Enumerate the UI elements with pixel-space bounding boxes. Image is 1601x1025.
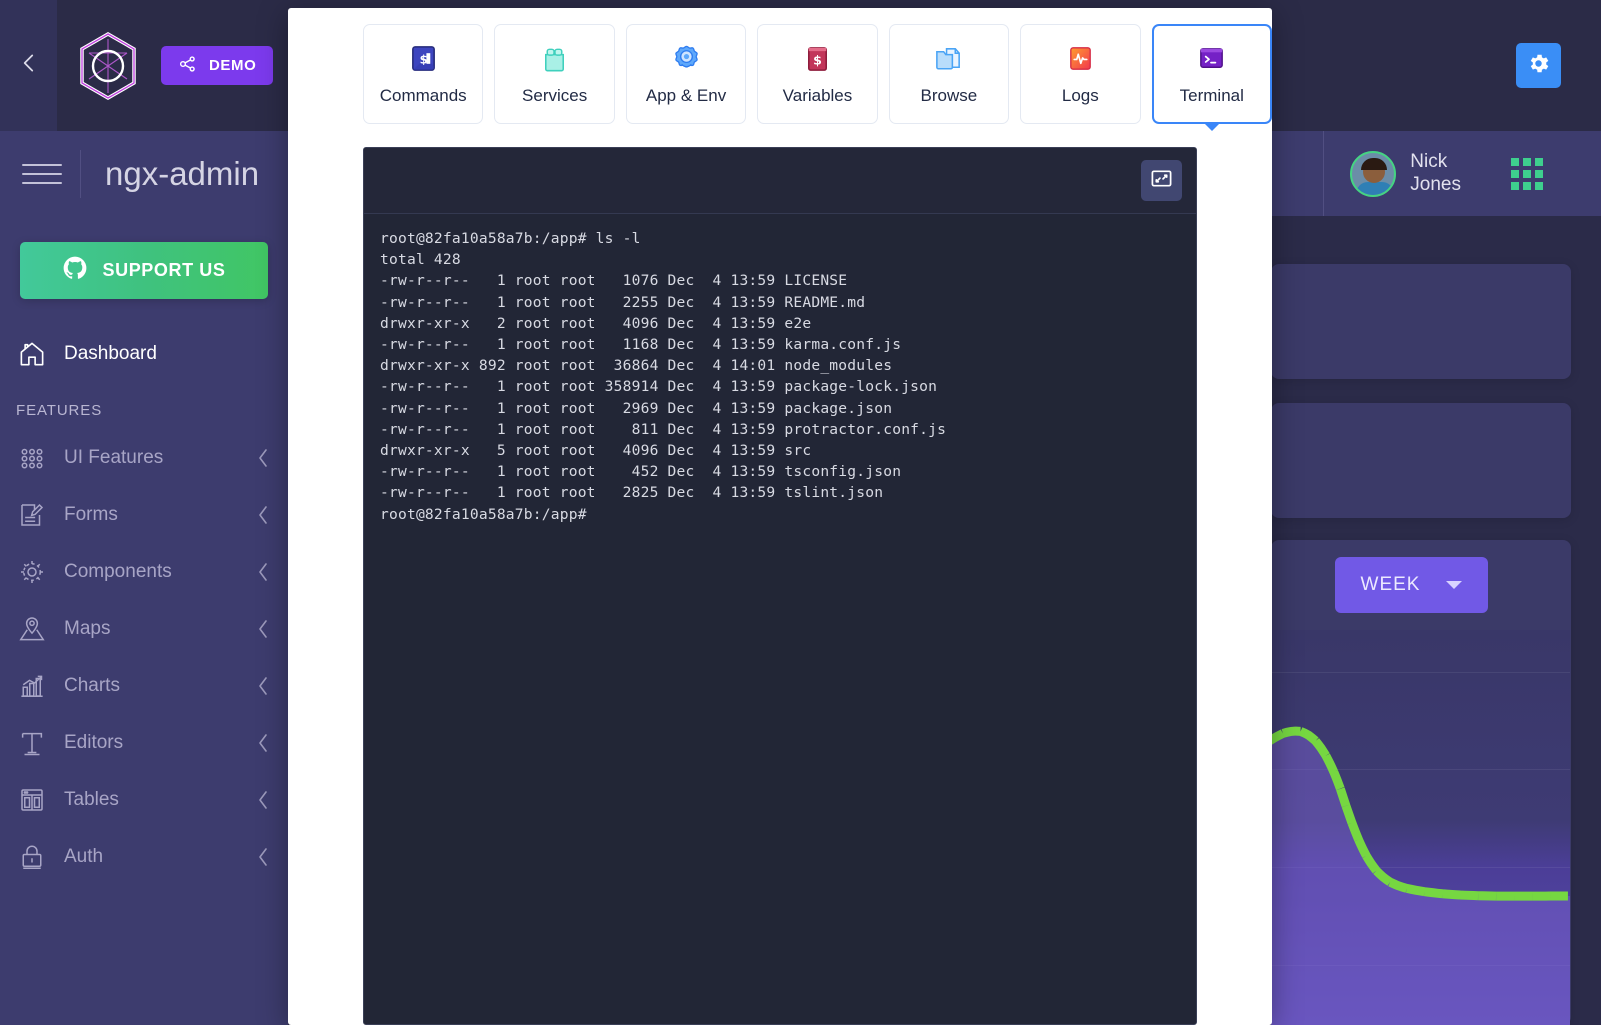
chevron-left-icon (16, 50, 42, 81)
sidebar: SUPPORT US Dashboard FEATURES UI Feature… (0, 216, 288, 1025)
logs-pulse-icon (1065, 43, 1096, 74)
sidebar-item-label: Tables (64, 788, 119, 810)
command-prompt-icon: $ (408, 43, 439, 74)
chevron-left-icon (256, 675, 270, 697)
sidebar-item-label: Auth (64, 845, 104, 867)
tab-label: App & Env (645, 85, 727, 105)
grid-apps-icon (1511, 157, 1543, 190)
user-name: Nick Jones (1410, 151, 1461, 197)
tab-label: Commands (379, 85, 467, 105)
tab-browse[interactable]: Browse (888, 24, 1010, 124)
sidebar-item-ui-features[interactable]: UI Features (0, 429, 288, 486)
chevron-left-icon (256, 846, 270, 868)
sidebar-item-charts[interactable]: Charts (0, 657, 288, 714)
tab-commands[interactable]: $ Commands (363, 24, 484, 124)
gear-outline-icon (16, 556, 48, 588)
tab-label: Terminal (1179, 85, 1244, 105)
sidebar-item-label: UI Features (64, 446, 164, 468)
lock-icon (16, 841, 48, 873)
sidebar-item-forms[interactable]: Forms (0, 486, 288, 543)
chevron-left-icon (256, 789, 270, 811)
demo-badge[interactable]: DEMO (161, 46, 274, 85)
sidebar-collapse-button[interactable] (0, 0, 57, 131)
demo-label: DEMO (209, 57, 257, 74)
share-nodes-icon (178, 54, 198, 78)
period-select[interactable]: WEEK (1335, 557, 1488, 613)
services-blocks-icon (539, 43, 570, 74)
background-chart (1271, 630, 1570, 1025)
sidebar-item-label: Charts (64, 674, 120, 696)
app-root: DEMO ngx-admin Nick Jones SUPPORT US Das… (0, 0, 1601, 1025)
tab-label: Browse (920, 85, 978, 105)
sidebar-item-label: Dashboard (64, 342, 157, 364)
github-icon (62, 255, 88, 286)
background-card-top (1271, 264, 1571, 379)
header-divider (80, 149, 81, 198)
devtools-modal: $ Commands Services App & Env $ Variable… (288, 8, 1272, 1025)
support-us-button[interactable]: SUPPORT US (20, 242, 268, 299)
bar-chart-icon (16, 670, 48, 702)
terminal-icon (1196, 43, 1227, 74)
app-env-gear-icon (671, 43, 702, 74)
chevron-left-icon (256, 618, 270, 640)
active-tab-pointer (1202, 122, 1221, 131)
tab-variables[interactable]: $ Variables (757, 24, 878, 124)
variables-icon: $ (802, 43, 833, 74)
sidebar-section-label: FEATURES (16, 402, 103, 419)
tab-services[interactable]: Services (494, 24, 615, 124)
user-last-name: Jones (1410, 173, 1461, 195)
sidebar-item-dashboard[interactable]: Dashboard (0, 325, 288, 382)
sidebar-item-tables[interactable]: Tables (0, 771, 288, 828)
avatar (1350, 150, 1397, 197)
user-menu[interactable]: Nick Jones (1323, 131, 1461, 216)
terminal-toolbar (364, 148, 1196, 214)
gear-icon (1526, 51, 1551, 81)
sidebar-item-auth[interactable]: Auth (0, 828, 288, 885)
chevron-left-icon (256, 732, 270, 754)
tab-label: Services (522, 85, 588, 105)
chevron-down-icon (1446, 581, 1463, 589)
map-pin-icon (16, 613, 48, 645)
tab-bar: $ Commands Services App & Env $ Variable… (288, 8, 1272, 131)
support-us-label: SUPPORT US (102, 260, 226, 280)
table-icon (16, 784, 48, 816)
svg-text:$: $ (813, 52, 822, 67)
dots-grid-icon (16, 442, 48, 474)
user-first-name: Nick (1410, 150, 1448, 172)
sidebar-item-components[interactable]: Components (0, 543, 288, 600)
page-title: ngx-admin (105, 154, 260, 192)
sidebar-item-label: Components (64, 560, 172, 582)
chevron-left-icon (256, 561, 270, 583)
chevron-left-icon (256, 504, 270, 526)
chart-series-line (1271, 726, 1570, 1025)
sidebar-item-label: Editors (64, 731, 124, 753)
form-edit-icon (16, 499, 48, 531)
sidebar-item-maps[interactable]: Maps (0, 600, 288, 657)
hexagon-logo-icon (77, 31, 139, 101)
chevron-left-icon (256, 447, 270, 469)
period-value: WEEK (1360, 574, 1421, 595)
apps-button[interactable] (1511, 131, 1543, 216)
maximize-button[interactable] (1141, 160, 1182, 201)
text-editor-icon (16, 727, 48, 759)
hamburger-icon[interactable] (22, 159, 62, 189)
tab-app-env[interactable]: App & Env (625, 24, 747, 124)
terminal-output[interactable]: root@82fa10a58a7b:/app# ls -l total 428 … (364, 214, 1196, 539)
background-card-middle (1271, 403, 1571, 518)
settings-button[interactable] (1516, 43, 1561, 88)
sidebar-item-label: Maps (64, 617, 111, 639)
tab-logs[interactable]: Logs (1020, 24, 1141, 124)
home-icon (16, 338, 48, 370)
maximize-icon (1150, 167, 1173, 195)
sidebar-item-label: Forms (64, 503, 118, 525)
folder-file-icon (933, 43, 964, 74)
sidebar-item-editors[interactable]: Editors (0, 714, 288, 771)
tab-label: Variables (782, 85, 853, 105)
tab-label: Logs (1061, 85, 1099, 105)
tab-terminal[interactable]: Terminal (1151, 24, 1272, 131)
terminal-panel: root@82fa10a58a7b:/app# ls -l total 428 … (363, 147, 1197, 1025)
